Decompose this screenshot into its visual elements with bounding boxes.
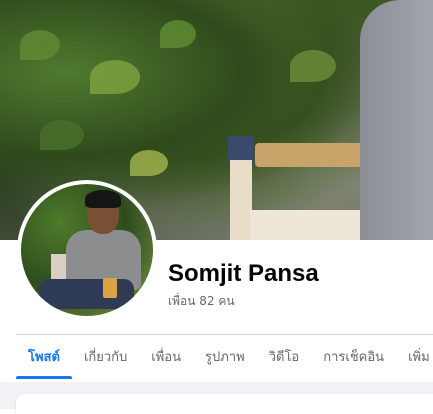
cover-chair-post bbox=[230, 160, 252, 240]
cover-chair-seat bbox=[250, 210, 365, 240]
tab-videos[interactable]: วิดีโอ bbox=[257, 340, 312, 379]
profile-avatar[interactable] bbox=[21, 184, 153, 316]
cover-foliage bbox=[40, 120, 84, 150]
profile-tabs: โพสต์ เกี่ยวกับ เพื่อน รูปภาพ วิดีโอ การ… bbox=[16, 340, 433, 382]
tab-about[interactable]: เกี่ยวกับ bbox=[72, 340, 139, 379]
feed-card bbox=[16, 394, 433, 414]
tab-photos[interactable]: รูปภาพ bbox=[193, 340, 257, 379]
cover-foliage bbox=[20, 30, 60, 60]
tab-posts[interactable]: โพสต์ bbox=[16, 340, 72, 379]
cover-person bbox=[360, 0, 433, 240]
tab-more[interactable]: เพิ่ม bbox=[396, 340, 433, 379]
tab-check-ins[interactable]: การเช็คอิน bbox=[311, 340, 396, 379]
avatar-drink-glass bbox=[103, 278, 117, 298]
friends-count-link[interactable]: เพื่อน 82 คน bbox=[168, 292, 235, 311]
cover-foliage bbox=[160, 20, 196, 48]
cover-foliage bbox=[90, 60, 140, 94]
profile-divider bbox=[16, 334, 433, 335]
profile-name: Somjit Pansa bbox=[168, 260, 319, 287]
avatar-legs bbox=[39, 279, 134, 309]
cover-foliage bbox=[290, 50, 336, 82]
cover-foliage bbox=[130, 150, 168, 176]
avatar-hair bbox=[85, 190, 121, 208]
tab-friends[interactable]: เพื่อน bbox=[139, 340, 193, 379]
